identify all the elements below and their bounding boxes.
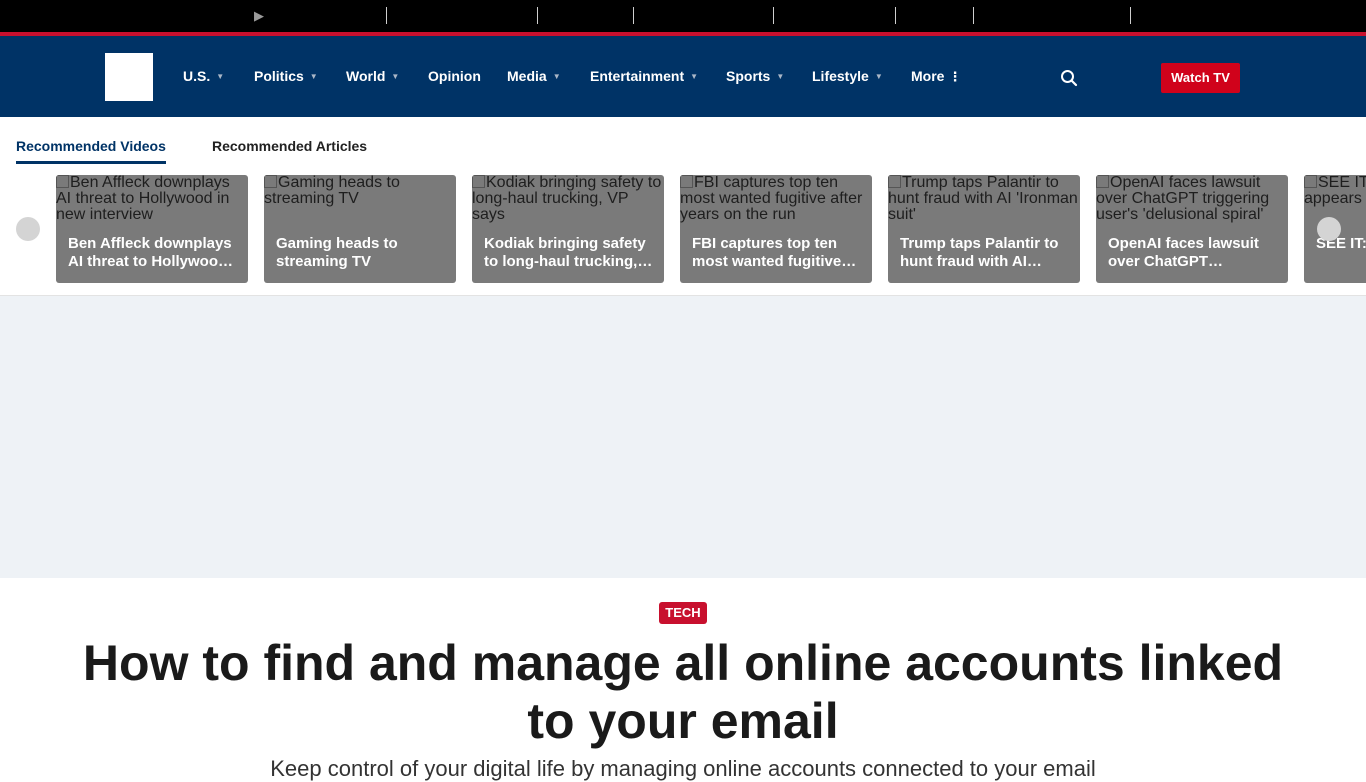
search-icon[interactable] bbox=[1060, 69, 1078, 87]
video-card[interactable]: Kodiak bringing safety to long-haul truc… bbox=[472, 175, 664, 283]
topbar-divider bbox=[1130, 7, 1131, 24]
nav-item-label: Sports bbox=[726, 68, 771, 84]
video-card[interactable]: Ben Affleck downplays AI threat to Holly… bbox=[56, 175, 248, 283]
topbar-divider bbox=[895, 7, 896, 24]
video-card[interactable]: FBI captures top ten most wanted fugitiv… bbox=[680, 175, 872, 283]
topbar-divider bbox=[633, 7, 634, 24]
nav-item-sports[interactable]: Sports ▼ bbox=[726, 67, 784, 86]
topbar-divider bbox=[386, 7, 387, 24]
carousel-next-button[interactable] bbox=[1317, 217, 1341, 241]
nav-item-label: Media bbox=[507, 68, 547, 84]
nav-item-more[interactable]: More ⋮ bbox=[911, 67, 961, 86]
broken-image-icon bbox=[1304, 175, 1317, 188]
image-alt-text: Ben Affleck downplays AI threat to Holly… bbox=[56, 175, 230, 223]
broken-image-icon bbox=[472, 175, 485, 188]
image-alt-text: Gaming heads to streaming TV bbox=[264, 175, 400, 207]
video-card-title: Ben Affleck downplays AI threat to Holly… bbox=[68, 235, 232, 270]
broken-image-alt: OpenAI faces lawsuit over ChatGPT trigge… bbox=[1096, 175, 1288, 223]
video-card-title: Trump taps Palantir to hunt fraud with A… bbox=[900, 235, 1059, 270]
chevron-down-icon: ▼ bbox=[391, 72, 400, 81]
video-card-title: FBI captures top ten most wanted fugitiv… bbox=[692, 235, 842, 270]
video-card[interactable]: Gaming heads to streaming TV Gaming head… bbox=[264, 175, 456, 283]
nav-item-label: World bbox=[346, 68, 386, 84]
nav-item-label: U.S. bbox=[183, 68, 211, 84]
top-utility-bar: ▶ bbox=[0, 0, 1366, 32]
broken-image-alt: Kodiak bringing safety to long-haul truc… bbox=[472, 175, 664, 223]
tab-recommended-articles[interactable]: Recommended Articles bbox=[212, 137, 367, 155]
video-card-title: OpenAI faces lawsuit over ChatGPT trigge… bbox=[1108, 235, 1259, 270]
nav-item-opinion[interactable]: Opinion bbox=[428, 67, 481, 85]
nav-item-label: Politics bbox=[254, 68, 304, 84]
nav-item-entertainment[interactable]: Entertainment ▼ bbox=[590, 67, 698, 86]
nav-item-label: Entertainment bbox=[590, 68, 685, 84]
video-card[interactable]: Trump taps Palantir to hunt fraud with A… bbox=[888, 175, 1080, 283]
broken-image-icon bbox=[264, 175, 277, 188]
video-card[interactable]: OpenAI faces lawsuit over ChatGPT trigge… bbox=[1096, 175, 1288, 283]
chevron-down-icon: ▼ bbox=[776, 72, 785, 81]
nav-item-world[interactable]: World ▼ bbox=[346, 67, 399, 86]
broken-image-icon bbox=[1096, 175, 1109, 188]
image-alt-text: Kodiak bringing safety to long-haul truc… bbox=[472, 175, 662, 223]
broken-image-icon bbox=[888, 175, 901, 188]
chevron-down-icon: ▼ bbox=[309, 72, 318, 81]
ad-placeholder bbox=[0, 296, 1366, 578]
nav-item-label: Opinion bbox=[428, 68, 481, 84]
watch-tv-button[interactable]: Watch TV bbox=[1161, 63, 1240, 93]
chevron-down-icon: ▼ bbox=[552, 72, 561, 81]
carousel-prev-button[interactable] bbox=[16, 217, 40, 241]
broken-image-alt: Trump taps Palantir to hunt fraud with A… bbox=[888, 175, 1080, 223]
recommended-tabs: Recommended Videos Recommended Articles bbox=[0, 117, 1366, 165]
chevron-down-icon: ▼ bbox=[874, 72, 883, 81]
nav-item-label: More bbox=[911, 68, 945, 84]
nav-item-lifestyle[interactable]: Lifestyle ▼ bbox=[812, 67, 883, 86]
broken-image-alt: Gaming heads to streaming TV bbox=[264, 175, 456, 207]
image-alt-text: OpenAI faces lawsuit over ChatGPT trigge… bbox=[1096, 175, 1270, 223]
topbar-divider bbox=[773, 7, 774, 24]
main-navigation: U.S. ▼ Politics ▼ World ▼ Opinion Media ▼ En… bbox=[0, 36, 1366, 117]
article-headline: How to find and manage all online accoun… bbox=[82, 635, 1284, 749]
more-vertical-icon: ⋮ bbox=[948, 69, 962, 84]
broken-image-alt: Ben Affleck downplays AI threat to Holly… bbox=[56, 175, 248, 223]
broken-image-alt: FBI captures top ten most wanted fugitiv… bbox=[680, 175, 872, 223]
video-card-title: Gaming heads to streaming TV bbox=[276, 235, 398, 270]
site-logo[interactable] bbox=[105, 53, 153, 101]
chevron-down-icon: ▼ bbox=[216, 72, 225, 81]
topbar-divider bbox=[973, 7, 974, 24]
article-subheadline: Keep control of your digital life by man… bbox=[270, 756, 1096, 781]
topbar-divider bbox=[537, 7, 538, 24]
nav-item-politics[interactable]: Politics ▼ bbox=[254, 67, 318, 86]
category-badge[interactable]: TECH bbox=[659, 602, 707, 624]
nav-item-label: Lifestyle bbox=[812, 68, 869, 84]
nav-item-us[interactable]: U.S. ▼ bbox=[183, 67, 224, 86]
image-alt-text: FBI captures top ten most wanted fugitiv… bbox=[680, 175, 863, 223]
chevron-down-icon: ▼ bbox=[690, 72, 699, 81]
video-card-title: Kodiak bringing safety to long-haul truc… bbox=[484, 235, 646, 270]
tab-recommended-videos[interactable]: Recommended Videos bbox=[16, 137, 166, 164]
image-alt-text: Trump taps Palantir to hunt fraud with A… bbox=[888, 175, 1078, 223]
broken-image-icon bbox=[56, 175, 69, 188]
play-icon[interactable]: ▶ bbox=[254, 8, 264, 24]
broken-image-icon bbox=[680, 175, 693, 188]
broken-image-alt: SEE IT: ... front of ... appears bbox=[1304, 175, 1366, 207]
nav-item-media[interactable]: Media ▼ bbox=[507, 67, 561, 86]
